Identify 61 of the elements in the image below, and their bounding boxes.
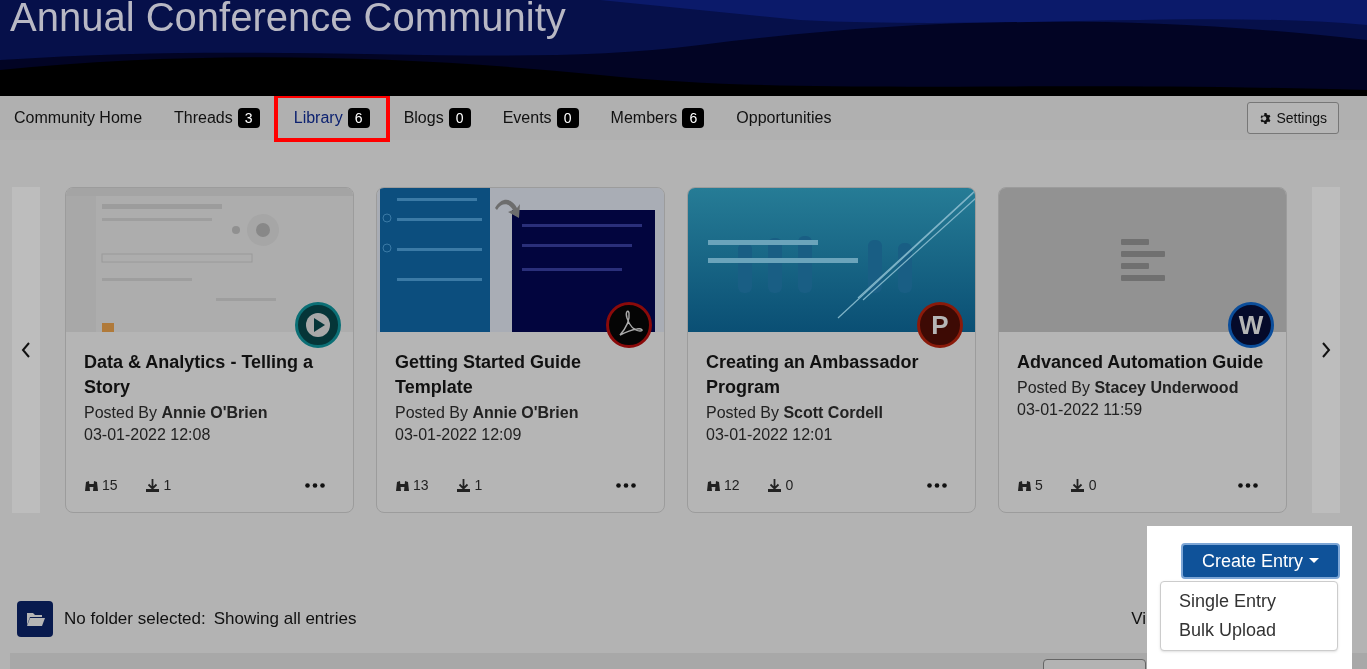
post-date: 03-01-2022 11:59 — [1017, 400, 1144, 420]
download-count: 1 — [474, 476, 483, 495]
nav-tab[interactable]: Community Home — [0, 96, 159, 140]
nav-tab[interactable]: Opportunities — [720, 96, 848, 140]
library-card[interactable]: Data & Analytics - Telling a Story Posted By Annie O'Brien 03-01-2022 12:08 15 1 — [65, 187, 354, 513]
play-icon — [295, 302, 341, 348]
view-count: 13 — [413, 476, 429, 495]
chevron-left-icon — [21, 342, 31, 358]
author-line: Posted By Annie O'Brien — [84, 403, 269, 423]
community-title: Annual Conference Community — [10, 0, 566, 39]
library-card[interactable]: P Creating an Ambassador Program Posted By Scott Cordell 03-01-2022 12:01 12 0 — [687, 187, 976, 513]
download-icon — [1069, 478, 1085, 493]
card-title[interactable]: Data & Analytics - Telling a Story — [84, 350, 334, 400]
download-count: 0 — [1088, 476, 1097, 495]
download-count: 1 — [163, 476, 172, 495]
gear-icon — [1259, 111, 1273, 125]
download-icon — [766, 478, 782, 493]
download-icon — [455, 478, 471, 493]
create-entry-button[interactable]: Create Entry — [1181, 543, 1340, 579]
view-count: 15 — [102, 476, 118, 495]
folder-label: No folder selected: — [64, 608, 206, 631]
menu-item[interactable]: Bulk Upload — [1161, 616, 1337, 645]
card-title[interactable]: Getting Started Guide Template — [395, 350, 645, 400]
post-date: 03-01-2022 12:09 — [395, 425, 523, 445]
binoculars-icon — [84, 479, 99, 492]
folder-icon — [17, 601, 53, 637]
text-lines-icon — [1120, 239, 1165, 281]
chevron-right-icon — [1321, 342, 1331, 358]
menu-item[interactable]: Single Entry — [1161, 587, 1337, 616]
binoculars-icon — [706, 479, 721, 492]
caret-icon — [1309, 558, 1319, 564]
nav-tab[interactable]: Threads 3 — [158, 96, 276, 140]
card-title[interactable]: Creating an Ambassador Program — [706, 350, 956, 400]
library-card[interactable]: Getting Started Guide Template Posted By Annie O'Brien 03-01-2022 12:09 13 1 — [376, 187, 665, 513]
file-type-badge: W — [1228, 302, 1274, 348]
post-date: 03-01-2022 12:01 — [706, 425, 834, 445]
view-count: 12 — [724, 476, 740, 495]
download-icon — [144, 478, 160, 493]
nav-tab[interactable]: Events 0 — [486, 96, 595, 140]
card-title[interactable]: Advanced Automation Guide — [1017, 350, 1267, 375]
nav-tab[interactable]: Library 6 — [275, 96, 388, 140]
post-date: 03-01-2022 12:08 — [84, 425, 212, 445]
author-line: Posted By Annie O'Brien — [395, 403, 580, 423]
ellipsis-icon — [305, 483, 325, 488]
pdf-icon — [606, 302, 652, 348]
binoculars-icon — [1017, 479, 1032, 492]
nav-tab[interactable]: Blogs 0 — [387, 96, 487, 140]
library-card[interactable]: W Advanced Automation Guide Posted By Stacey Underwood 03-01-2022 11:59 5 0 — [998, 187, 1287, 513]
view-count: 5 — [1035, 476, 1043, 495]
settings-button[interactable]: Settings — [1247, 102, 1339, 134]
folder-status: Showing all entries — [213, 608, 357, 631]
nav-tab[interactable]: Members 6 — [594, 96, 721, 140]
binoculars-icon — [395, 479, 410, 492]
author-line: Posted By Stacey Underwood — [1017, 378, 1240, 398]
view-link[interactable]: Vi — [1131, 606, 1146, 632]
ellipsis-icon — [927, 483, 947, 488]
author-line: Posted By Scott Cordell — [706, 403, 884, 423]
download-count: 0 — [785, 476, 794, 495]
ellipsis-icon — [616, 483, 636, 488]
ellipsis-icon — [1238, 483, 1258, 488]
file-type-badge: P — [917, 302, 963, 348]
